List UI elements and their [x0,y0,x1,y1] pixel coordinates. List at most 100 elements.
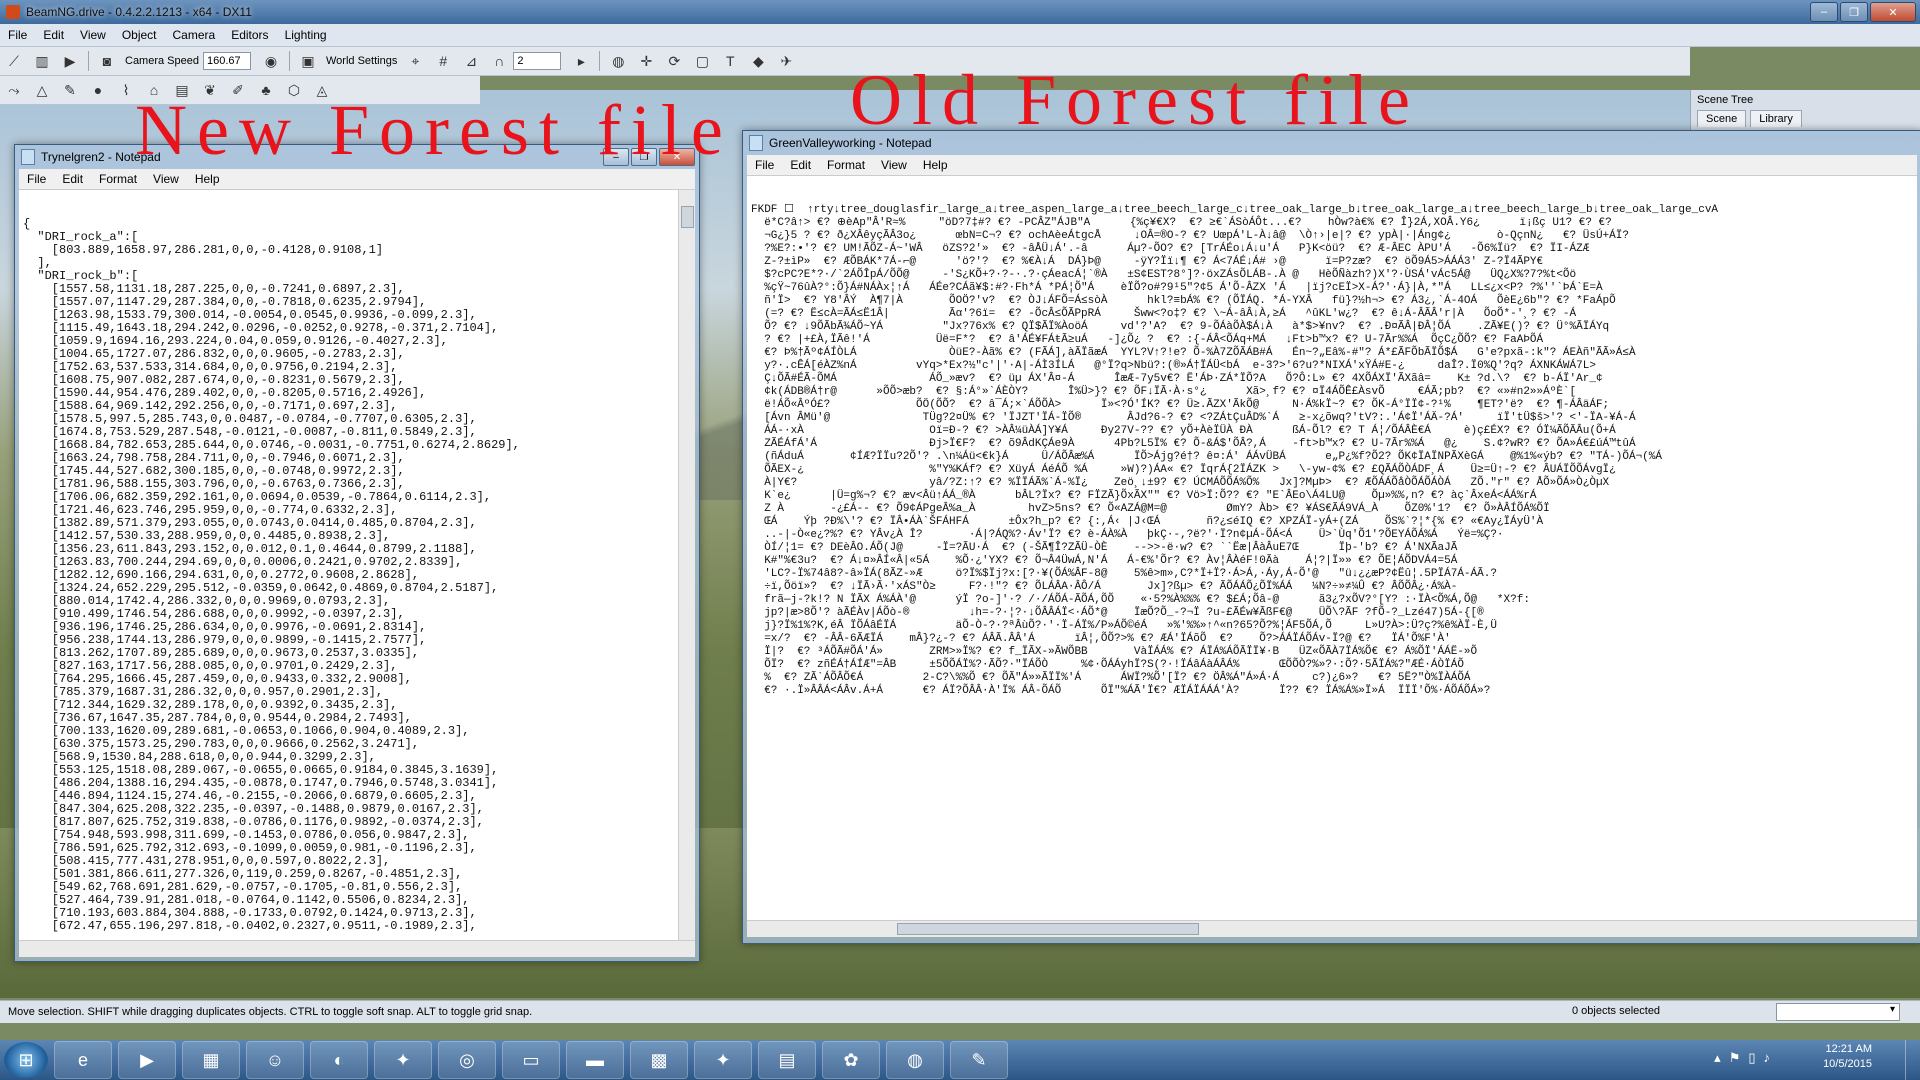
menu-help[interactable]: Help [915,158,956,172]
menu-bar: File Edit View Object Camera Editors Lig… [0,24,1920,47]
notepad-window-old[interactable]: GreenValleyworking - Notepad File Edit F… [742,130,1920,944]
tab-scene[interactable]: Scene [1697,110,1747,127]
notepad-menu-bar: File Edit Format View Help [747,155,1917,176]
menu-lighting[interactable]: Lighting [277,28,335,42]
horizontal-scrollbar[interactable] [747,920,1917,937]
window-controls: – ❐ ✕ [1810,2,1916,22]
forest-json-content[interactable]: { "DRI_rock_a":[ [803.889,1658.97,286.28… [19,216,695,935]
notepad-window-new[interactable]: Trynelgren2 - Notepad – ❐ ✕ File Edit Fo… [14,144,700,962]
eye-icon[interactable]: ◉ [261,51,281,71]
explorer-window-icon[interactable]: ▤ [758,1041,816,1079]
internet-explorer-icon[interactable]: e [54,1041,112,1079]
firefox-icon[interactable]: ◐ [310,1041,368,1079]
status-bar: Move selection. SHIFT while dragging dup… [0,1000,1920,1023]
status-dropdown[interactable]: ▾ [1776,1003,1900,1021]
clock-time: 12:21 AM [1825,1043,1872,1055]
globe-icon[interactable]: ◍ [608,51,628,71]
camera-icon[interactable]: ◙ [97,51,117,71]
snap-icon[interactable]: ▣ [298,51,318,71]
snap-to-terrain-icon[interactable]: ⌖ [405,51,425,71]
road-icon[interactable]: ⤳ [4,80,24,100]
vertical-scrollbar[interactable] [678,190,695,940]
camera-speed-input[interactable]: 160.67 [203,52,251,70]
annotation-new-forest-file: New Forest file [135,90,733,170]
steam-icon[interactable]: ◍ [886,1041,944,1079]
horizontal-scrollbar[interactable] [19,940,695,957]
character-icon[interactable]: ☺ [246,1041,304,1079]
start-button[interactable]: ⊞ [4,1042,48,1078]
toolbar-separator [88,51,89,71]
scrollbar-thumb[interactable] [681,206,694,228]
close-button[interactable]: ✕ [1870,2,1916,22]
triangle-icon[interactable]: △ [32,80,52,100]
menu-format[interactable]: Format [91,172,145,186]
tray-arrow-icon[interactable]: ▴ [1714,1050,1721,1066]
scrollbar-thumb[interactable] [897,923,1199,935]
text-icon[interactable]: T [720,51,740,71]
folder-icon[interactable]: ▬ [566,1041,624,1079]
show-desktop-button[interactable] [1905,1040,1920,1080]
main-toolbar: ⟋ ▥ ▶ ◙ Camera Speed 160.67 ◉ ▣ World Se… [0,47,1690,76]
sphere-icon[interactable]: ● [88,80,108,100]
menu-format[interactable]: Format [819,158,873,172]
align-icon[interactable]: ⊿ [461,51,481,71]
minimize-button[interactable]: – [1810,2,1838,22]
system-clock[interactable]: 12:21 AM 10/5/2015 [1823,1042,1872,1072]
menu-camera[interactable]: Camera [165,28,224,42]
bounds-icon[interactable]: ▢ [692,51,712,71]
tab-library[interactable]: Library [1750,110,1802,127]
film-icon[interactable]: ▦ [182,1041,240,1079]
menu-file[interactable]: File [19,172,54,186]
flag-icon[interactable]: ⚑ [1729,1050,1741,1066]
object-icon[interactable]: ◆ [748,51,768,71]
beamng-icon[interactable]: ✦ [374,1041,432,1079]
notepad-taskbar-icon[interactable]: ✎ [950,1041,1008,1079]
graph-icon[interactable]: ⟋ [4,51,24,71]
menu-view[interactable]: View [873,158,915,172]
menu-edit[interactable]: Edit [782,158,819,172]
menu-file[interactable]: File [0,28,35,42]
menu-edit[interactable]: Edit [35,28,72,42]
media-player-icon[interactable]: ▶ [118,1041,176,1079]
grid-size-input[interactable]: 2 [513,52,562,70]
vehicle-icon[interactable]: ✈ [776,51,796,71]
maximize-button[interactable]: ❐ [1840,2,1868,22]
camera-speed-label: Camera Speed [125,55,199,67]
menu-view[interactable]: View [145,172,187,186]
window-icon[interactable]: ▭ [502,1041,560,1079]
selection-count: 0 objects selected [1572,1005,1661,1017]
menu-file[interactable]: File [747,158,782,172]
tree-icon[interactable]: ▥ [32,51,52,71]
status-hint: Move selection. SHIFT while dragging dup… [8,1006,533,1018]
beamng-app-icon [6,5,20,19]
notepad-text-area[interactable]: FKDF ☐ ↑rty↓tree_douglasfir_large_a↓tree… [747,176,1917,920]
menu-editors[interactable]: Editors [223,28,276,42]
network-icon[interactable]: ▯ [1748,1050,1755,1066]
app-title: BeamNG.drive - 0.4.2.2.1213 - x64 - DX11 [26,5,252,19]
brush-icon[interactable]: ⌇ [116,80,136,100]
beamng-editor-icon[interactable]: ✦ [694,1041,752,1079]
scene-tree-panel: Scene Tree Scene Library [1690,90,1920,130]
pencil-icon[interactable]: ✎ [60,80,80,100]
magnet-icon[interactable]: ∩ [489,51,509,71]
world-settings-label[interactable]: World Settings [326,55,397,67]
menu-help[interactable]: Help [187,172,228,186]
rotate-icon[interactable]: ⟳ [664,51,684,71]
stepper-arrow-icon[interactable]: ▸ [571,51,591,71]
notepad-icon [21,149,35,165]
grid-icon[interactable]: # [433,51,453,71]
cat-icon[interactable]: ✿ [822,1041,880,1079]
menu-edit[interactable]: Edit [54,172,91,186]
notepad-text-area[interactable]: { "DRI_rock_a":[ [803.889,1658.97,286.28… [19,190,695,940]
scene-tree-title: Scene Tree [1697,94,1754,106]
scene-tree-tabs: Scene Library [1691,110,1920,127]
volume-icon[interactable]: ♪ [1764,1050,1771,1066]
chrome-icon[interactable]: ◎ [438,1041,496,1079]
game-tool-icon[interactable]: ▩ [630,1041,688,1079]
menu-object[interactable]: Object [114,28,165,42]
forest-binary-content[interactable]: FKDF ☐ ↑rty↓tree_douglasfir_large_a↓tree… [747,202,1917,700]
menu-view[interactable]: View [72,28,114,42]
move-icon[interactable]: ✛ [636,51,656,71]
play-icon[interactable]: ▶ [60,51,80,71]
system-tray: ▴ ⚑ ▯ ♪ [1714,1050,1770,1066]
